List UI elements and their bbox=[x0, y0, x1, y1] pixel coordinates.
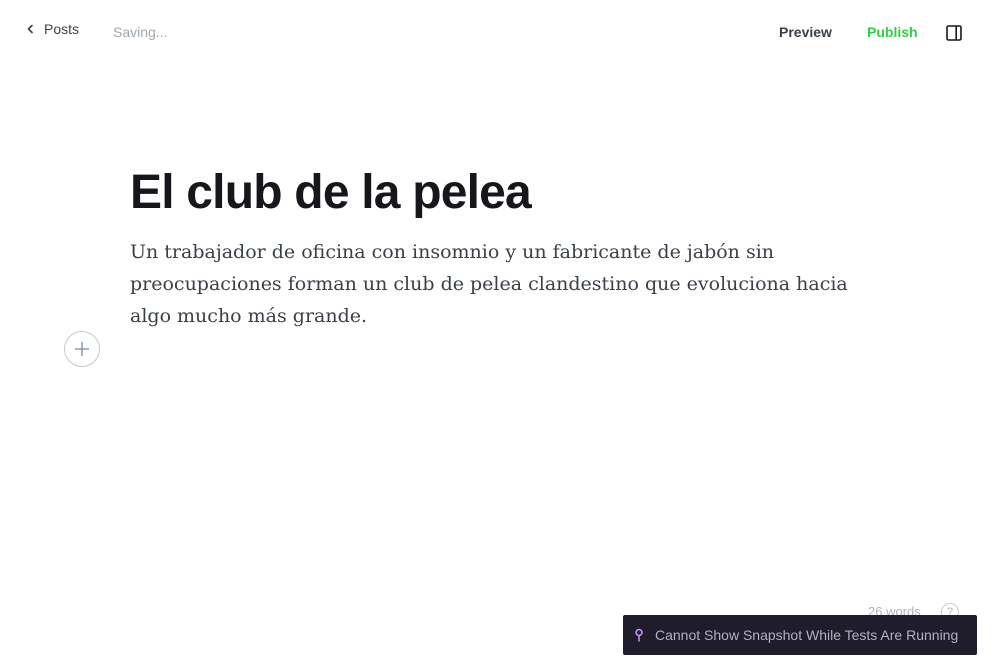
pin-icon bbox=[635, 628, 643, 642]
back-to-posts-link[interactable]: Posts bbox=[26, 21, 79, 37]
preview-button[interactable]: Preview bbox=[779, 24, 832, 40]
publish-button[interactable]: Publish bbox=[867, 24, 918, 40]
snapshot-banner: Cannot Show Snapshot While Tests Are Run… bbox=[623, 615, 977, 655]
save-status: Saving... bbox=[113, 24, 168, 40]
back-link-label: Posts bbox=[44, 21, 80, 37]
editor-topbar: Posts Saving... Preview Publish bbox=[0, 0, 1000, 64]
post-title[interactable]: El club de la pelea bbox=[130, 162, 532, 224]
sidebar-panel-icon[interactable] bbox=[944, 23, 964, 43]
post-excerpt[interactable]: Un trabajador de oficina con insomnio y … bbox=[130, 236, 890, 332]
chevron-left-icon bbox=[27, 24, 33, 34]
snapshot-banner-message: Cannot Show Snapshot While Tests Are Run… bbox=[655, 627, 959, 643]
add-card-button[interactable] bbox=[64, 331, 100, 367]
plus-icon bbox=[75, 342, 89, 356]
